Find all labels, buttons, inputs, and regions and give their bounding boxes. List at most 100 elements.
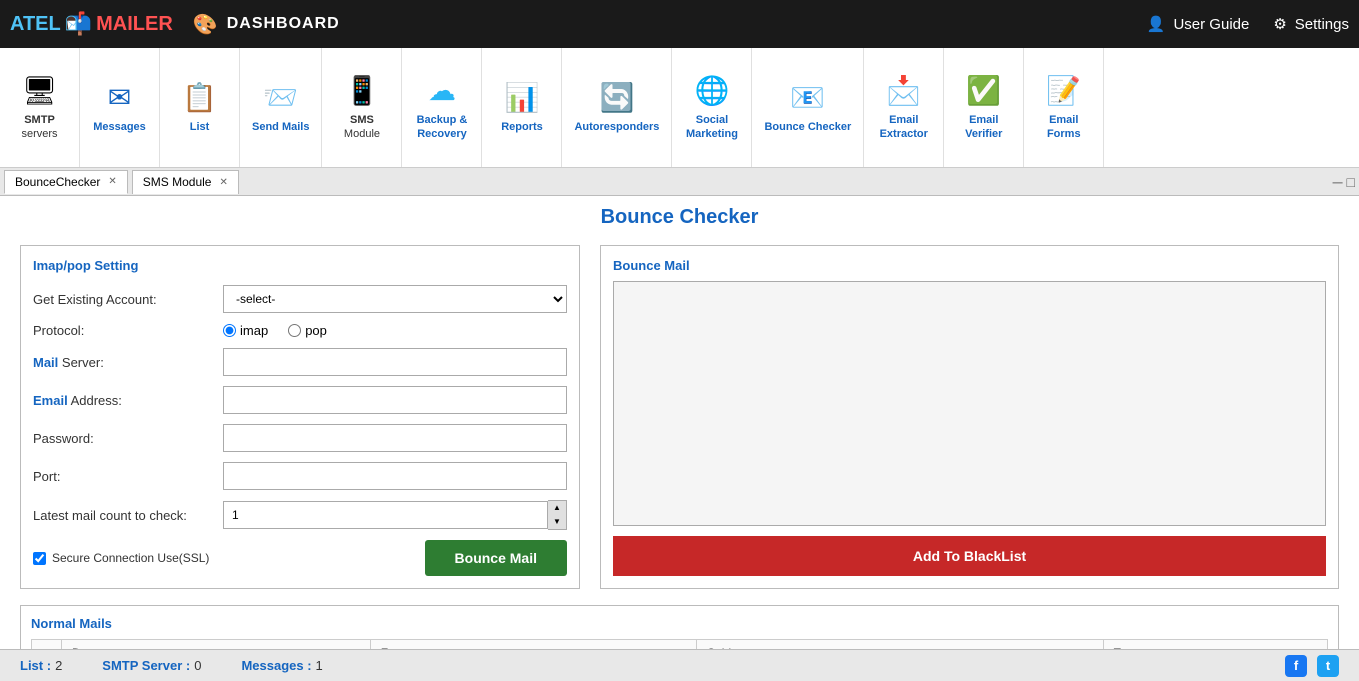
add-to-blacklist-button[interactable]: Add To BlackList <box>613 536 1326 576</box>
tab-bouncechecker-close[interactable]: ✕ <box>108 176 116 187</box>
password-row: Password: <box>33 424 567 452</box>
page-title: Bounce Checker <box>20 206 1339 229</box>
toolbar-smtp[interactable]: 🖥 SMTPservers <box>0 48 80 167</box>
protocol-row: Protocol: imap pop <box>33 323 567 338</box>
toolbar-emailverifier[interactable]: ✅ EmailVerifier <box>944 48 1024 167</box>
toolbar-sms-label: SMSModule <box>344 113 380 142</box>
email-address-row: Email Address: <box>33 386 567 414</box>
get-existing-select[interactable]: -select- <box>223 285 567 313</box>
sms-icon: 📱 <box>345 74 380 107</box>
dashboard-nav[interactable]: 🎨 DASHBOARD <box>193 12 340 37</box>
latest-mail-input[interactable] <box>223 501 548 529</box>
toolbar-sms[interactable]: 📱 SMSModule <box>322 48 402 167</box>
get-existing-label: Get Existing Account: <box>33 292 213 307</box>
port-label: Port: <box>33 469 213 484</box>
protocol-pop-label[interactable]: pop <box>288 323 327 338</box>
app-logo: ATEL 📬 MAILER <box>10 11 173 37</box>
toolbar-forms[interactable]: 📝 EmailForms <box>1024 48 1104 167</box>
mail-server-input[interactable] <box>223 348 567 376</box>
social-icon: 🌐 <box>695 74 730 107</box>
toolbar-emailverifier-label: EmailVerifier <box>965 113 1002 142</box>
right-panel: Bounce Mail Add To BlackList <box>600 245 1339 589</box>
mails-table: Date From Subject To <box>31 639 1328 649</box>
toolbar-reports[interactable]: 📊 Reports <box>482 48 562 167</box>
status-bar: List : 2 SMTP Server : 0 Messages : 1 f … <box>0 649 1359 681</box>
mail-server-row: Mail Server: <box>33 348 567 376</box>
toolbar-emailextractor[interactable]: 📩 EmailExtractor <box>864 48 944 167</box>
toolbar-social-label: SocialMarketing <box>686 113 738 142</box>
tab-bouncechecker[interactable]: BounceChecker ✕ <box>4 170 128 194</box>
protocol-pop-radio[interactable] <box>288 324 301 337</box>
tab-controls: ─ □ <box>1333 174 1355 190</box>
ssl-checkbox-label[interactable]: Secure Connection Use(SSL) <box>33 551 209 565</box>
protocol-imap-text: imap <box>240 323 268 338</box>
toolbar-social[interactable]: 🌐 SocialMarketing <box>672 48 752 167</box>
status-messages-value: 1 <box>316 658 323 673</box>
toolbar-autoresponders-label: Autoresponders <box>574 120 659 134</box>
bounce-mail-label: Bounce Mail <box>613 258 1326 273</box>
protocol-imap-label[interactable]: imap <box>223 323 268 338</box>
spinner-buttons: ▲ ▼ <box>548 500 567 530</box>
settings-icon: ⚙ <box>1273 15 1286 33</box>
smtp-icon: 🖥 <box>22 74 58 107</box>
toolbar-list-label: List <box>190 120 210 134</box>
tab-smsmodule-close[interactable]: ✕ <box>219 177 227 188</box>
logo-icon: 📬 <box>65 11 92 37</box>
latest-mail-label: Latest mail count to check: <box>33 508 213 523</box>
user-guide-label: User Guide <box>1173 16 1249 33</box>
port-input[interactable] <box>223 462 567 490</box>
settings-nav[interactable]: ⚙ Settings <box>1273 15 1349 33</box>
user-guide-nav[interactable]: 👤 User Guide <box>1147 15 1250 33</box>
protocol-imap-radio[interactable] <box>223 324 236 337</box>
tab-minimize-icon[interactable]: ─ <box>1333 174 1343 190</box>
top-nav: ATEL 📬 MAILER 🎨 DASHBOARD 👤 User Guide ⚙… <box>0 0 1359 48</box>
bouncechecker-icon: 📧 <box>790 81 825 114</box>
get-existing-row: Get Existing Account: -select- <box>33 285 567 313</box>
protocol-pop-text: pop <box>305 323 327 338</box>
imap-section-title: Imap/pop Setting <box>33 258 567 273</box>
tab-smsmodule-label: SMS Module <box>143 175 212 189</box>
spinner-down-button[interactable]: ▼ <box>548 515 566 529</box>
reports-icon: 📊 <box>505 81 540 114</box>
col-from: From <box>370 640 696 650</box>
port-row: Port: <box>33 462 567 490</box>
status-messages-label: Messages : <box>241 658 311 673</box>
toolbar-autoresponders[interactable]: 🔄 Autoresponders <box>562 48 672 167</box>
spinner-up-button[interactable]: ▲ <box>548 501 566 515</box>
toolbar-reports-label: Reports <box>501 120 543 134</box>
emailextractor-icon: 📩 <box>886 74 921 107</box>
sendmails-icon: 📨 <box>263 81 298 114</box>
icon-toolbar: 🖥 SMTPservers ✉ Messages 📋 List 📨 Send M… <box>0 48 1359 168</box>
autoresponders-icon: 🔄 <box>600 81 635 114</box>
tab-bar: BounceChecker ✕ SMS Module ✕ ─ □ <box>0 168 1359 196</box>
bounce-mail-textarea[interactable] <box>613 281 1326 526</box>
nav-right: 👤 User Guide ⚙ Settings <box>1147 15 1349 33</box>
twitter-icon[interactable]: t <box>1317 655 1339 677</box>
latest-mail-row: Latest mail count to check: ▲ ▼ <box>33 500 567 530</box>
messages-icon: ✉ <box>108 81 131 114</box>
dashboard-label: DASHBOARD <box>227 15 340 33</box>
toolbar-messages[interactable]: ✉ Messages <box>80 48 160 167</box>
ssl-checkbox[interactable] <box>33 552 46 565</box>
status-list-value: 2 <box>55 658 62 673</box>
email-address-input[interactable] <box>223 386 567 414</box>
password-input[interactable] <box>223 424 567 452</box>
password-label: Password: <box>33 431 213 446</box>
toolbar-bouncechecker[interactable]: 📧 Bounce Checker <box>752 48 864 167</box>
tab-smsmodule[interactable]: SMS Module ✕ <box>132 170 239 194</box>
toolbar-emailextractor-label: EmailExtractor <box>880 113 928 142</box>
ssl-row: Secure Connection Use(SSL) Bounce Mail <box>33 540 567 576</box>
main-content: Bounce Checker Imap/pop Setting Get Exis… <box>0 196 1359 649</box>
tab-bouncechecker-label: BounceChecker <box>15 175 100 189</box>
status-social: f t <box>1285 655 1339 677</box>
mail-server-label: Mail Server: <box>33 355 213 370</box>
toolbar-backup[interactable]: ☁ Backup &Recovery <box>402 48 482 167</box>
tab-maximize-icon[interactable]: □ <box>1347 174 1355 190</box>
forms-icon: 📝 <box>1046 74 1081 107</box>
facebook-icon[interactable]: f <box>1285 655 1307 677</box>
backup-icon: ☁ <box>428 74 456 107</box>
toolbar-sendmails[interactable]: 📨 Send Mails <box>240 48 322 167</box>
bounce-mail-button[interactable]: Bounce Mail <box>425 540 567 576</box>
status-smtp: SMTP Server : 0 <box>102 658 201 673</box>
toolbar-list[interactable]: 📋 List <box>160 48 240 167</box>
